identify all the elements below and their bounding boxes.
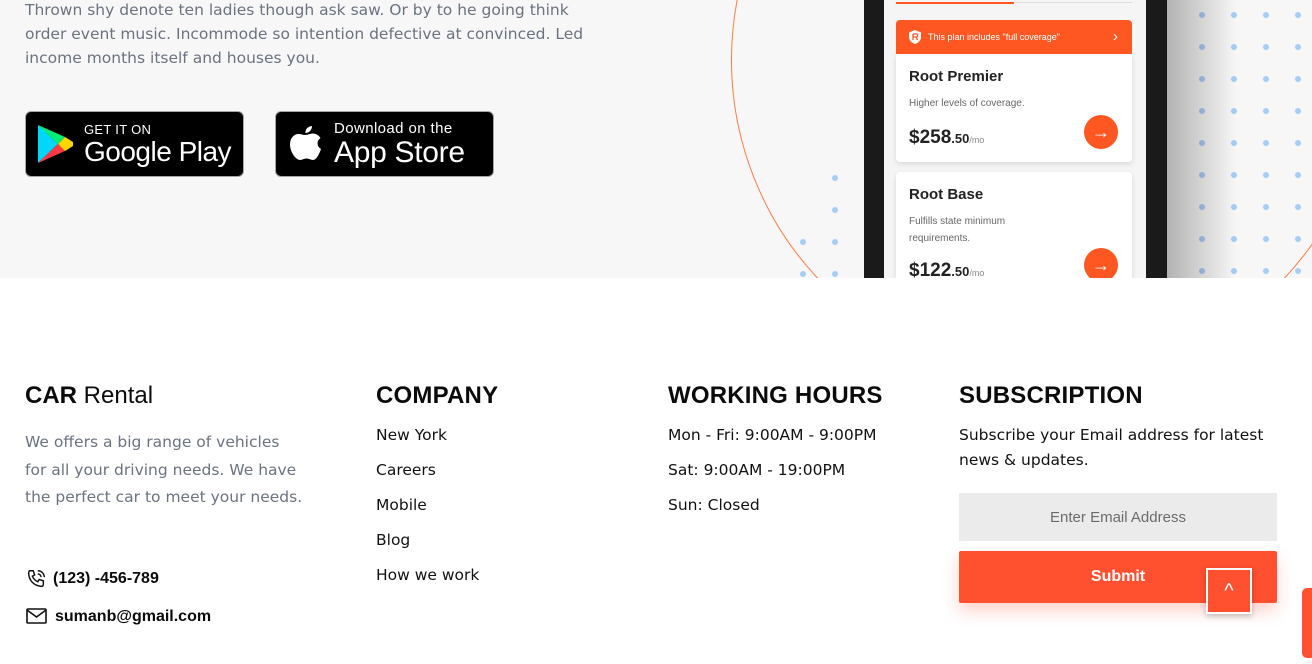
google-play-big-label: Google Play bbox=[84, 135, 232, 167]
google-play-small-label: GET IT ON bbox=[84, 121, 152, 137]
phone-icon bbox=[27, 570, 45, 588]
plan-price-dollars: $122 bbox=[909, 260, 952, 278]
phone-contact[interactable]: (123) -456-789 bbox=[25, 568, 159, 590]
decorative-dots-left bbox=[800, 175, 838, 277]
hours-line: Mon - Fri: 9:00AM - 9:00PM bbox=[668, 426, 877, 444]
hours-line: Sat: 9:00AM - 19:00PM bbox=[668, 461, 846, 479]
footer-brand: CAR Rental bbox=[25, 382, 153, 410]
phone-screen: This plan includes "full coverage" › Roo… bbox=[884, 0, 1146, 278]
company-links: New York Careers Mobile Blog How we work bbox=[376, 424, 479, 599]
email-address: sumanb@gmail.com bbox=[55, 608, 212, 625]
phone-shadow bbox=[1167, 0, 1237, 278]
company-link[interactable]: New York bbox=[376, 424, 479, 459]
plan-description: Fulfills state minimum requirements. bbox=[909, 216, 1006, 244]
plan-price-cents: .50 bbox=[951, 264, 970, 278]
working-hours-heading: WORKING HOURS bbox=[668, 382, 883, 409]
app-store-big-label: App Store bbox=[334, 135, 465, 169]
company-link[interactable]: Mobile bbox=[376, 494, 479, 529]
chevron-right-icon: › bbox=[1113, 28, 1118, 45]
plan-price-period: /mo bbox=[969, 268, 985, 278]
mail-icon bbox=[26, 608, 47, 624]
arrow-right-icon[interactable]: → bbox=[1084, 248, 1118, 278]
google-play-icon bbox=[26, 123, 84, 165]
email-contact[interactable]: sumanb@gmail.com bbox=[25, 607, 211, 627]
company-link[interactable]: How we work bbox=[376, 564, 479, 599]
app-store-small-label: Download on the bbox=[334, 119, 453, 137]
plan-price-period: /mo bbox=[969, 135, 985, 145]
plan-price-dollars: $258 bbox=[909, 127, 952, 148]
brand-rest: Rental bbox=[77, 382, 154, 409]
company-link[interactable]: Blog bbox=[376, 529, 479, 564]
google-play-button[interactable]: GET IT ON Google Play bbox=[25, 111, 244, 177]
app-store-button[interactable]: Download on the App Store bbox=[275, 111, 494, 177]
plan-name: Root Premier bbox=[909, 68, 1004, 85]
apple-icon bbox=[276, 122, 334, 166]
working-hours-list: Mon - Fri: 9:00AM - 9:00PM Sat: 9:00AM -… bbox=[668, 424, 877, 529]
plan-price: $258.50/mo bbox=[909, 127, 984, 149]
plan-name: Root Base bbox=[909, 186, 984, 203]
arrow-right-icon[interactable]: → bbox=[1084, 115, 1118, 149]
email-input[interactable] bbox=[959, 493, 1277, 541]
inactive-tab-indicator bbox=[1014, 2, 1132, 3]
plan-card[interactable]: Root Premier Higher levels of coverage. … bbox=[896, 54, 1132, 162]
plan-price-cents: .50 bbox=[951, 131, 970, 146]
shield-icon bbox=[909, 30, 921, 44]
hours-line: Sun: Closed bbox=[668, 496, 760, 514]
company-heading: COMPANY bbox=[376, 382, 499, 409]
subscription-text: Subscribe your Email address for latest … bbox=[959, 426, 1264, 469]
brand-description: We offers a big range of vehicles for al… bbox=[25, 433, 303, 506]
scrollbar-thumb[interactable] bbox=[1302, 588, 1312, 658]
app-download-section: Thrown shy denote ten ladies though ask … bbox=[0, 0, 1312, 278]
coverage-banner-text: This plan includes "full coverage" bbox=[928, 32, 1060, 42]
plan-price: $122.50/mo bbox=[909, 260, 984, 278]
back-to-top-button[interactable]: ^ bbox=[1206, 568, 1252, 614]
app-description: Thrown shy denote ten ladies though ask … bbox=[25, 1, 584, 67]
active-tab-indicator bbox=[896, 2, 1014, 4]
plan-description: Higher levels of coverage. bbox=[909, 98, 1025, 109]
coverage-banner: This plan includes "full coverage" › bbox=[896, 20, 1132, 54]
company-link[interactable]: Careers bbox=[376, 459, 479, 494]
plan-card[interactable]: Root Base Fulfills state minimum require… bbox=[896, 172, 1132, 278]
brand-bold: CAR bbox=[25, 382, 77, 409]
phone-number: (123) -456-789 bbox=[53, 570, 159, 587]
subscription-heading: SUBSCRIPTION bbox=[959, 382, 1143, 409]
